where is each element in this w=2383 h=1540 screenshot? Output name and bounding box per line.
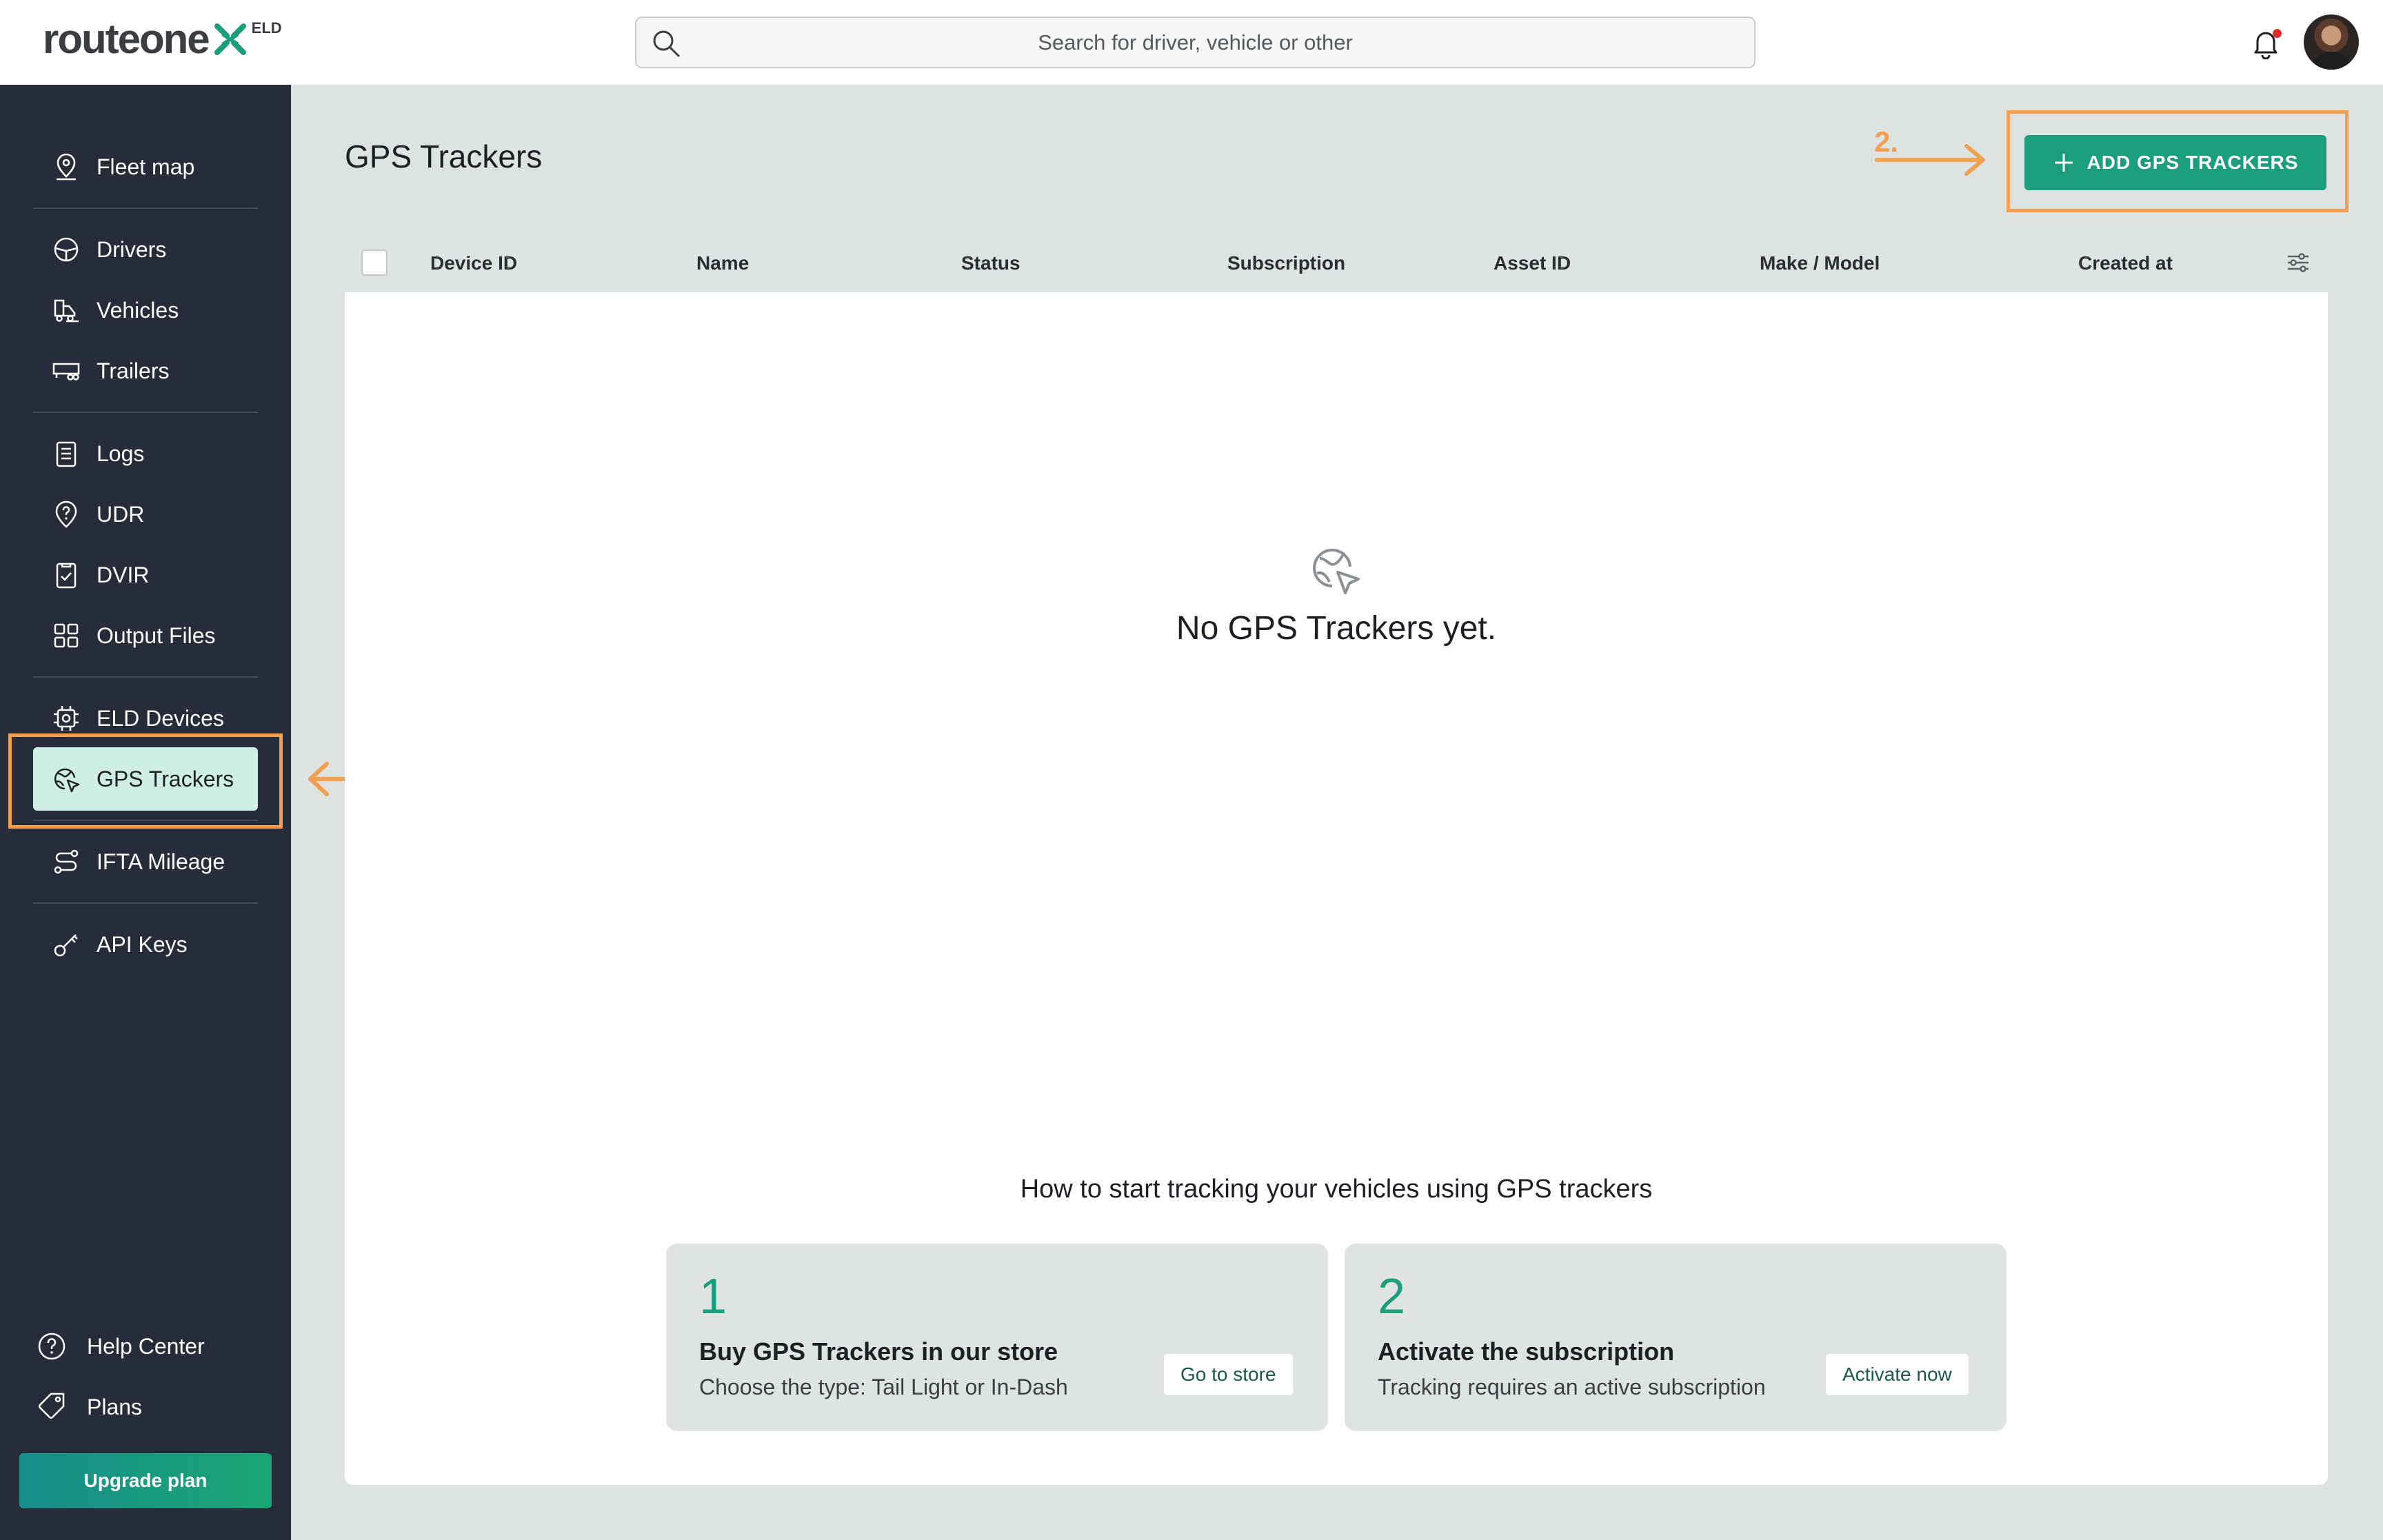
- sidebar-item-label: Drivers: [97, 236, 167, 262]
- sidebar-item-label: API Keys: [97, 931, 188, 957]
- notification-dot: [2273, 29, 2282, 38]
- top-bar: routeone ELD: [0, 0, 2383, 85]
- sidebar-item-fleet-map[interactable]: Fleet map: [33, 135, 258, 199]
- sidebar-item-label: DVIR: [97, 562, 150, 587]
- column-created-at[interactable]: Created at: [2078, 252, 2173, 274]
- column-name[interactable]: Name: [696, 252, 749, 274]
- sidebar-item-label: Fleet map: [97, 154, 195, 179]
- column-make-model[interactable]: Make / Model: [1760, 252, 1880, 274]
- sidebar-item-label: Output Files: [97, 622, 216, 648]
- annotation-arrow-right-icon: [1875, 144, 1985, 176]
- step-title: Buy GPS Trackers in our store: [699, 1337, 1058, 1366]
- price-tag-icon: [39, 1392, 65, 1419]
- table-header: Device ID Name Status Subscription Asset…: [345, 233, 2328, 292]
- grid-icon: [54, 623, 79, 648]
- column-asset-id[interactable]: Asset ID: [1494, 252, 1571, 274]
- search-input[interactable]: [636, 18, 1754, 67]
- go-to-store-button[interactable]: Go to store: [1164, 1354, 1293, 1395]
- column-settings-icon[interactable]: [2285, 250, 2311, 276]
- trailer-icon: [52, 363, 80, 381]
- sidebar-item-label: Vehicles: [97, 297, 179, 323]
- sidebar-divider: [33, 902, 258, 904]
- howto-title: How to start tracking your vehicles usin…: [1020, 1175, 1653, 1204]
- clipboard-check-icon: [56, 563, 77, 589]
- step-card-subscription: 2 Activate the subscription Tracking req…: [1345, 1244, 2007, 1431]
- key-icon: [54, 934, 78, 957]
- page-title: GPS Trackers: [345, 139, 543, 174]
- brand-logo[interactable]: routeone ELD: [43, 17, 282, 65]
- route-icon: [54, 849, 79, 874]
- chip-icon: [54, 706, 79, 731]
- sidebar-item-trailers[interactable]: Trailers: [33, 339, 258, 403]
- avatar[interactable]: [2304, 14, 2359, 70]
- sidebar-divider: [33, 676, 258, 678]
- question-shield-icon: [55, 500, 77, 528]
- steering-wheel-icon: [54, 237, 79, 262]
- sidebar-item-label: IFTA Mileage: [97, 849, 225, 874]
- sidebar-plans[interactable]: Plans: [36, 1386, 142, 1428]
- sidebar-item-drivers[interactable]: Drivers: [33, 218, 258, 281]
- globe-cursor-icon: [1313, 549, 1360, 594]
- search-bar: [635, 17, 1756, 68]
- column-device-id[interactable]: Device ID: [430, 252, 517, 274]
- sidebar-item-output-files[interactable]: Output Files: [33, 604, 258, 667]
- truck-icon: [54, 299, 79, 323]
- brand-suffix: ELD: [251, 19, 282, 37]
- brand-name: routeone: [43, 16, 210, 62]
- plans-label: Plans: [87, 1394, 143, 1419]
- clipboard-list-icon: [56, 441, 77, 467]
- annotation-highlight-add-button: [2007, 110, 2349, 212]
- step-description: Choose the type: Tail Light or In-Dash: [699, 1375, 1068, 1399]
- step-number: 1: [699, 1269, 727, 1324]
- sidebar-divider: [33, 207, 258, 209]
- column-subscription[interactable]: Subscription: [1227, 252, 1345, 274]
- activate-now-button[interactable]: Activate now: [1826, 1354, 1969, 1395]
- avatar-shoulders: [2311, 52, 2352, 70]
- sidebar-item-udr[interactable]: UDR: [33, 483, 258, 546]
- step-number: 2: [1378, 1269, 1406, 1324]
- sidebar-item-vehicles[interactable]: Vehicles: [33, 278, 258, 342]
- sidebar-item-dvir[interactable]: DVIR: [33, 543, 258, 607]
- sidebar-item-api-keys[interactable]: API Keys: [33, 913, 258, 976]
- sidebar-item-logs[interactable]: Logs: [33, 422, 258, 485]
- step-description: Tracking requires an active subscription: [1378, 1375, 1766, 1399]
- location-pin-icon: [57, 153, 76, 181]
- sidebar-help-center[interactable]: Help Center: [36, 1326, 205, 1367]
- sidebar-divider: [33, 412, 258, 413]
- gps-trackers-table: Device ID Name Status Subscription Asset…: [345, 233, 2328, 1485]
- upgrade-plan-button[interactable]: Upgrade plan: [19, 1453, 272, 1508]
- annotation-highlight-gps-trackers: [8, 733, 283, 829]
- sidebar-item-label: Logs: [97, 440, 145, 466]
- sidebar-item-ifta-mileage[interactable]: IFTA Mileage: [33, 830, 258, 893]
- sidebar-item-label: Trailers: [97, 358, 170, 383]
- empty-state-text: No GPS Trackers yet.: [1176, 610, 1497, 647]
- sidebar-item-label: ELD Devices: [97, 705, 224, 731]
- help-circle-icon: [38, 1333, 66, 1360]
- step-title: Activate the subscription: [1378, 1337, 1675, 1366]
- step-card-store: 1 Buy GPS Trackers in our store Choose t…: [666, 1244, 1328, 1431]
- brand-mark-icon: [214, 23, 246, 55]
- select-all-checkbox[interactable]: [361, 250, 388, 276]
- column-status[interactable]: Status: [961, 252, 1020, 274]
- help-center-label: Help Center: [87, 1333, 205, 1359]
- sidebar-item-label: UDR: [97, 501, 145, 527]
